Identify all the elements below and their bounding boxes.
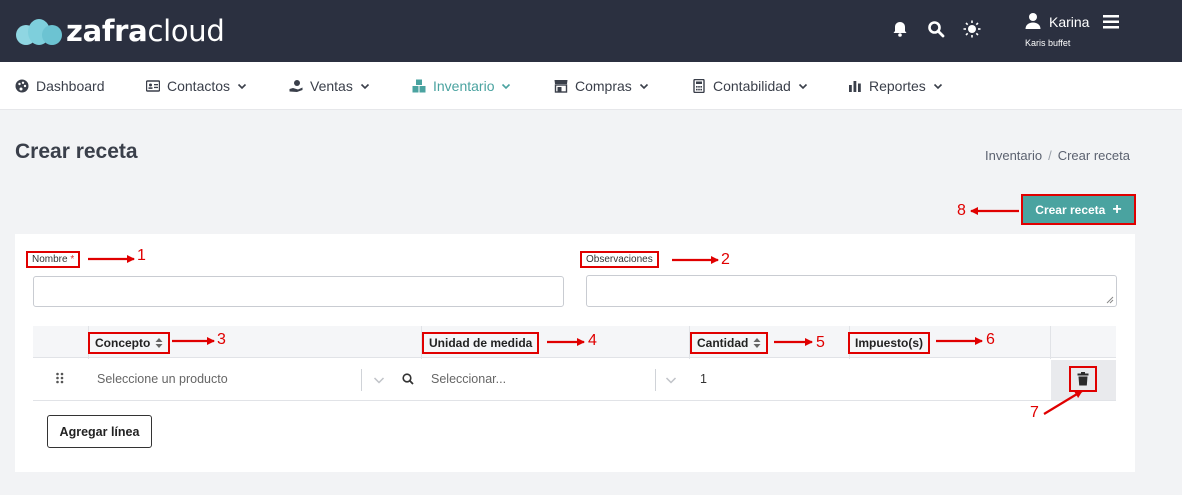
bar-chart-icon	[849, 81, 861, 92]
create-recipe-label: Crear receta	[1035, 202, 1106, 217]
column-header-concepto[interactable]: Concepto	[88, 332, 171, 354]
id-card-icon	[146, 80, 160, 92]
chevron-down-icon[interactable]	[665, 375, 677, 385]
breadcrumb: Inventario / Crear receta	[985, 148, 1130, 163]
hamburger-menu-icon[interactable]	[1103, 15, 1119, 29]
nav-item-inventario[interactable]: Inventario	[412, 62, 511, 110]
annotation-number-1: 1	[137, 247, 146, 264]
product-select[interactable]: Seleccione un producto	[97, 372, 228, 386]
chevron-down-icon	[933, 83, 942, 90]
annotation-number-4: 4	[588, 332, 597, 349]
logo[interactable]: zafracloud	[16, 14, 225, 48]
search-icon[interactable]	[927, 20, 945, 38]
annotation-number-8: 8	[957, 202, 966, 219]
name-input[interactable]	[33, 276, 564, 307]
nav-item-dashboard[interactable]: Dashboard	[15, 62, 105, 110]
nav-item-contabilidad[interactable]: Contabilidad	[692, 62, 808, 110]
nav-item-reportes[interactable]: Reportes	[848, 62, 943, 110]
search-icon[interactable]	[402, 373, 414, 385]
user-name: Karina	[1049, 14, 1090, 30]
drag-handle-icon[interactable]	[55, 372, 65, 384]
column-header-unidad-de-medida: Unidad de medida	[422, 332, 540, 354]
quantity-input[interactable]: 1	[700, 372, 707, 386]
select-divider	[361, 369, 362, 391]
breadcrumb-separator: /	[1048, 148, 1052, 163]
main-nav: Dashboard Contactos Ventas Inventario Co…	[0, 62, 1182, 110]
nav-item-ventas[interactable]: Ventas	[289, 62, 370, 110]
user-icon	[1025, 13, 1041, 29]
annotation-number-3: 3	[217, 331, 226, 348]
nav-label: Inventario	[433, 78, 495, 94]
chevron-down-icon	[639, 83, 648, 90]
resize-handle-icon[interactable]	[1106, 296, 1114, 304]
create-recipe-button[interactable]: Crear receta +	[1021, 194, 1136, 225]
sun-icon[interactable]	[963, 20, 981, 38]
column-header-cantidad[interactable]: Cantidad	[690, 332, 769, 354]
palette-icon	[15, 79, 29, 93]
annotation-number-7: 7	[1030, 404, 1039, 421]
plus-icon: +	[1112, 200, 1122, 218]
sort-icon	[753, 338, 761, 348]
chevron-down-icon	[237, 83, 247, 90]
unit-select[interactable]: Seleccionar...	[431, 372, 506, 386]
trash-icon	[1077, 372, 1089, 386]
nav-label: Ventas	[310, 78, 353, 94]
nav-label: Compras	[575, 78, 632, 94]
nav-label: Dashboard	[36, 78, 105, 94]
nav-label: Contabilidad	[713, 78, 791, 94]
nav-item-compras[interactable]: Compras	[554, 62, 649, 110]
nav-label: Reportes	[869, 78, 926, 94]
logo-text: zafracloud	[66, 14, 225, 48]
cloud-logo-icon	[16, 15, 64, 47]
table-header	[33, 326, 1116, 358]
delete-row-button[interactable]	[1069, 366, 1097, 392]
observations-textarea[interactable]	[586, 275, 1117, 307]
page-title: Crear receta	[15, 140, 138, 163]
chevron-down-icon	[798, 83, 807, 90]
sort-icon	[155, 338, 163, 348]
chevron-down-icon	[360, 83, 369, 90]
annotation-number-2: 2	[721, 251, 730, 268]
store-icon	[554, 80, 568, 93]
name-label: Nombre *	[26, 251, 81, 268]
annotation-number-6: 6	[986, 331, 995, 348]
nav-item-contactos[interactable]: Contactos	[146, 62, 247, 110]
hand-holding-dollar-icon	[289, 80, 303, 92]
add-line-button[interactable]: Agregar línea	[47, 415, 152, 448]
chevron-down-icon[interactable]	[373, 375, 385, 385]
observations-label: Observaciones	[580, 251, 659, 268]
nav-label: Contactos	[167, 78, 231, 94]
top-bar: zafracloud Karina Karis buffet	[0, 0, 1182, 62]
chevron-down-icon	[502, 83, 511, 90]
breadcrumb-link-inventario[interactable]: Inventario	[985, 148, 1042, 163]
select-divider	[655, 369, 656, 391]
column-header-impuestos: Impuesto(s)	[848, 332, 931, 354]
user-company: Karis buffet	[1025, 38, 1071, 48]
boxes-icon	[412, 79, 426, 93]
bell-icon[interactable]	[891, 20, 909, 38]
breadcrumb-current: Crear receta	[1057, 148, 1130, 163]
calculator-icon	[693, 79, 705, 93]
annotation-number-5: 5	[816, 334, 825, 351]
